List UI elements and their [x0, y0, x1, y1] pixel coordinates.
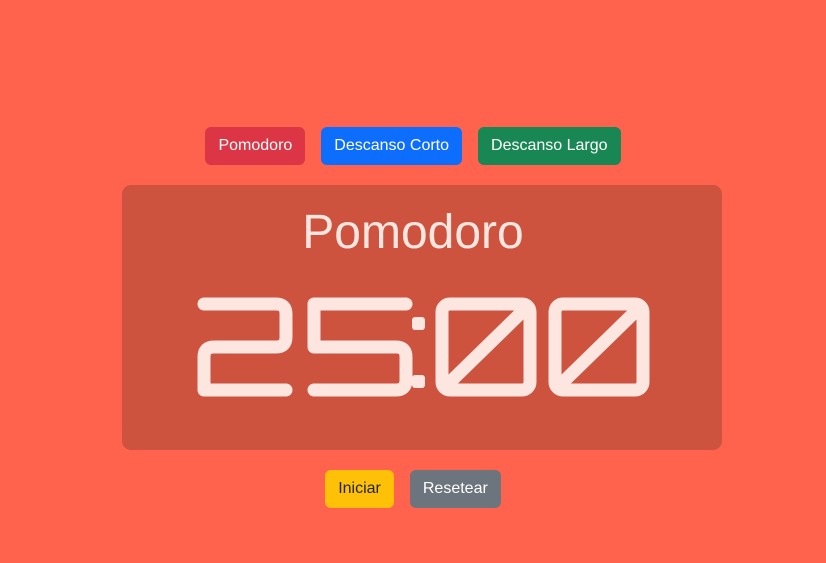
digit-5: [307, 297, 413, 397]
mode-selector: Pomodoro Descanso Corto Descanso Largo: [0, 127, 826, 165]
long-break-mode-button[interactable]: Descanso Largo: [478, 127, 621, 165]
short-break-mode-button[interactable]: Descanso Corto: [321, 127, 463, 165]
timer-controls: Iniciar Resetear: [0, 470, 826, 508]
pomodoro-app: Pomodoro Descanso Corto Descanso Largo P…: [0, 0, 826, 563]
digit-0-second: [548, 297, 650, 397]
timer-mode-title: Pomodoro: [302, 206, 524, 259]
timer-display: 25:00: [196, 295, 652, 400]
pomodoro-mode-button[interactable]: Pomodoro: [205, 127, 306, 165]
reset-button[interactable]: Resetear: [409, 470, 501, 508]
digit-2: [197, 297, 293, 397]
start-button[interactable]: Iniciar: [325, 470, 394, 508]
colon: [412, 317, 425, 388]
digit-0-first: [435, 297, 537, 397]
timer-digits: [197, 297, 650, 397]
